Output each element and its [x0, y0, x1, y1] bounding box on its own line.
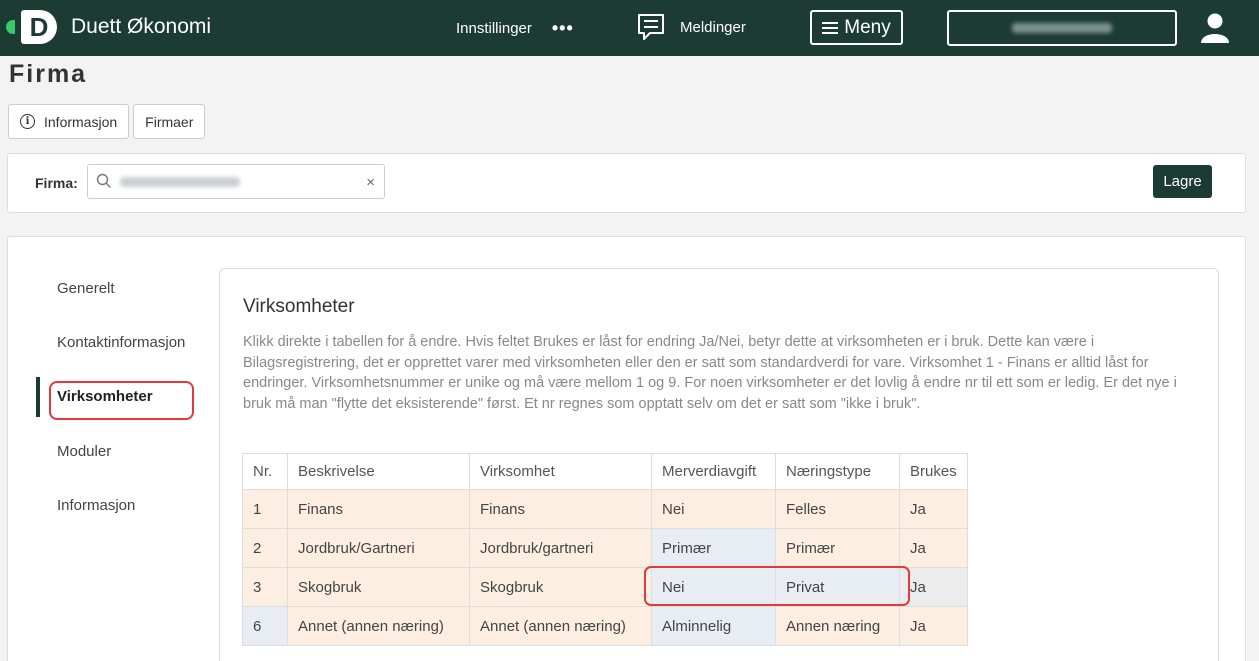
sidebar-item-modules[interactable]: Moduler: [57, 443, 111, 460]
information-button[interactable]: i Informasjon: [8, 104, 130, 139]
company-selector[interactable]: [947, 10, 1177, 46]
save-button[interactable]: Lagre: [1153, 165, 1212, 198]
user-icon[interactable]: [1198, 11, 1232, 45]
page-title: Firma: [9, 60, 88, 88]
cell-nr[interactable]: 1: [242, 489, 288, 529]
column-header-industry-type[interactable]: Næringstype: [775, 453, 900, 490]
cell-in-use[interactable]: Ja: [899, 606, 968, 646]
cell-vat[interactable]: Primær: [651, 528, 776, 568]
sub-navigation: i Informasjon Firmaer: [8, 104, 206, 139]
cell-vat[interactable]: Alminnelig: [651, 606, 776, 646]
cell-business[interactable]: Annet (annen næring): [469, 606, 652, 646]
messages-button[interactable]: Meldinger: [636, 10, 746, 44]
cell-nr[interactable]: 6: [242, 606, 288, 646]
column-header-in-use[interactable]: Brukes: [899, 453, 968, 490]
businesses-card: Virksomheter Klikk direkte i tabellen fo…: [219, 268, 1219, 661]
more-icon[interactable]: •••: [552, 18, 574, 39]
info-icon: i: [20, 114, 35, 129]
brand[interactable]: D Duett Økonomi: [6, 8, 211, 46]
active-indicator: [36, 377, 40, 417]
company-search-panel: Firma: × Lagre: [7, 153, 1246, 213]
column-header-nr[interactable]: Nr.: [242, 453, 288, 490]
cell-business[interactable]: Finans: [469, 489, 652, 529]
cell-industry-type[interactable]: Primær: [775, 528, 900, 568]
company-label: Firma:: [35, 175, 78, 191]
information-label: Informasjon: [44, 113, 118, 130]
cell-nr[interactable]: 3: [242, 567, 288, 607]
cell-business[interactable]: Jordbruk/gartneri: [469, 528, 652, 568]
company-name-redacted: [1012, 23, 1112, 33]
menu-label: Meny: [844, 16, 891, 38]
main-panel: Generelt Kontaktinformasjon Virksomheter…: [7, 236, 1246, 661]
company-search-value-redacted: [120, 177, 240, 187]
column-header-business[interactable]: Virksomhet: [469, 453, 652, 490]
top-bar: D Duett Økonomi Innstillinger ••• Meldin…: [0, 0, 1259, 56]
menu-button[interactable]: Meny: [810, 10, 903, 45]
settings-label: Innstillinger: [456, 20, 532, 37]
table-header-row: Nr. Beskrivelse Virksomhet Merverdiavgif…: [242, 453, 968, 490]
sidebar-item-general[interactable]: Generelt: [57, 280, 115, 297]
column-header-description[interactable]: Beskrivelse: [287, 453, 470, 490]
search-icon: [96, 173, 111, 188]
companies-label: Firmaer: [145, 113, 194, 130]
table-row: 1 Finans Finans Nei Felles Ja: [242, 489, 968, 529]
cell-in-use[interactable]: Ja: [899, 489, 968, 529]
businesses-table: Nr. Beskrivelse Virksomhet Merverdiavgif…: [242, 453, 968, 646]
clear-icon[interactable]: ×: [366, 174, 375, 191]
table-row: 6 Annet (annen næring) Annet (annen næri…: [242, 606, 968, 646]
highlight-box: [49, 381, 194, 420]
sidebar-item-information[interactable]: Informasjon: [57, 497, 135, 514]
cell-industry-type[interactable]: Felles: [775, 489, 900, 529]
cell-nr[interactable]: 2: [242, 528, 288, 568]
message-icon: [638, 14, 664, 40]
sidebar-item-contact-info[interactable]: Kontaktinformasjon: [57, 334, 185, 351]
brand-accent-shape: [6, 20, 15, 34]
table-row: 2 Jordbruk/Gartneri Jordbruk/gartneri Pr…: [242, 528, 968, 568]
cell-business[interactable]: Skogbruk: [469, 567, 652, 607]
settings-menu[interactable]: Innstillinger •••: [456, 18, 574, 39]
cell-description[interactable]: Jordbruk/Gartneri: [287, 528, 470, 568]
section-title: Virksomheter: [243, 296, 355, 317]
company-search-input[interactable]: ×: [87, 164, 385, 199]
brand-logo-icon: D: [21, 10, 57, 44]
companies-button[interactable]: Firmaer: [133, 104, 206, 139]
cell-description[interactable]: Annet (annen næring): [287, 606, 470, 646]
section-description: Klikk direkte i tabellen for å endre. Hv…: [243, 334, 1177, 412]
cell-vat[interactable]: Nei: [651, 489, 776, 529]
cell-description[interactable]: Skogbruk: [287, 567, 470, 607]
cell-description[interactable]: Finans: [287, 489, 470, 529]
cell-in-use[interactable]: Ja: [899, 528, 968, 568]
highlight-box: [644, 566, 910, 606]
brand-name: Duett Økonomi: [71, 15, 212, 38]
cell-industry-type[interactable]: Annen næring: [775, 606, 900, 646]
messages-label: Meldinger: [680, 18, 746, 36]
hamburger-icon: [822, 21, 839, 34]
column-header-vat[interactable]: Merverdiavgift: [651, 453, 776, 490]
